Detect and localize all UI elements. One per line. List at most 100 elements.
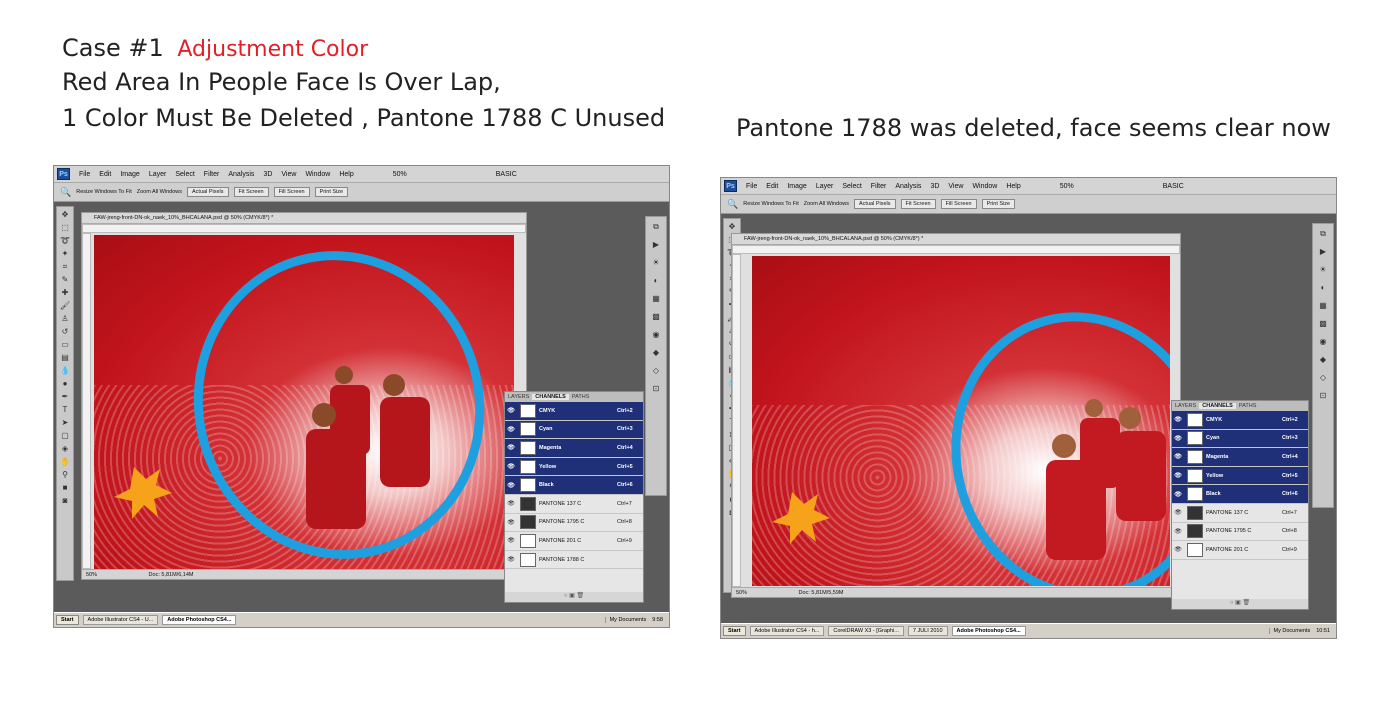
channel-row-cyan[interactable]: 👁 Cyan Ctrl+3: [1172, 429, 1308, 449]
3d-panel-icon[interactable]: ◇: [1317, 373, 1329, 383]
actions-panel-icon[interactable]: ▶: [650, 240, 662, 250]
type-tool-icon[interactable]: T: [60, 405, 70, 415]
start-button[interactable]: Start: [723, 626, 746, 636]
visibility-eye-icon[interactable]: 👁: [1172, 416, 1184, 423]
blur-tool-icon[interactable]: 💧: [60, 366, 70, 376]
resize-windows-checkbox[interactable]: Resize Windows To Fit: [76, 189, 132, 195]
menu-3d[interactable]: 3D: [930, 183, 939, 190]
channel-row-pantone-1795[interactable]: 👁 PANTONE 1795 C Ctrl+8: [1172, 523, 1308, 542]
channel-row-cmyk[interactable]: 👁 CMYK Ctrl+2: [1172, 411, 1308, 430]
color-swatch-icon[interactable]: ■: [60, 483, 70, 493]
menu-edit[interactable]: Edit: [766, 183, 778, 190]
menu-help[interactable]: Help: [1006, 183, 1020, 190]
channel-row-magenta[interactable]: 👁 Magenta Ctrl+4: [505, 439, 643, 458]
adjustments-panel-icon[interactable]: ☀: [1317, 265, 1329, 275]
styles-panel-icon[interactable]: ▦: [1317, 301, 1329, 311]
brush-tool-icon[interactable]: 🖌: [60, 301, 70, 311]
workspace-switcher[interactable]: BASIC: [496, 171, 517, 178]
tab-layers[interactable]: LAYERS: [508, 394, 529, 400]
tab-paths[interactable]: PATHS: [572, 394, 590, 400]
visibility-eye-icon[interactable]: 👁: [505, 444, 517, 451]
channel-row-black[interactable]: 👁 Black Ctrl+6: [505, 476, 643, 495]
load-selection-icon[interactable]: ○: [1230, 600, 1234, 606]
channel-row-magenta[interactable]: 👁 Magenta Ctrl+4: [1172, 448, 1308, 467]
tab-channels[interactable]: CHANNELS: [1199, 403, 1236, 409]
history-panel-icon[interactable]: ⧉: [1317, 229, 1329, 239]
pen-tool-icon[interactable]: ✒: [60, 392, 70, 402]
marquee-tool-icon[interactable]: ⬚: [60, 223, 70, 233]
new-channel-icon[interactable]: ▣: [569, 593, 575, 599]
visibility-eye-icon[interactable]: 👁: [1172, 472, 1184, 479]
eyedropper-tool-icon[interactable]: ✎: [60, 275, 70, 285]
channel-row-pantone-137[interactable]: 👁 PANTONE 137 C Ctrl+7: [505, 495, 643, 514]
tab-paths[interactable]: PATHS: [1239, 403, 1257, 409]
tray-my-documents[interactable]: My Documents: [610, 617, 647, 623]
3d-panel-icon[interactable]: ◇: [650, 366, 662, 376]
menu-analysis[interactable]: Analysis: [895, 183, 921, 190]
load-selection-icon[interactable]: ○: [564, 593, 568, 599]
healing-tool-icon[interactable]: ✚: [60, 288, 70, 298]
menu-view[interactable]: View: [281, 171, 296, 178]
fit-screen-button[interactable]: Fit Screen: [900, 199, 936, 209]
taskbar-illustrator[interactable]: Adobe Illustrator CS4 - h...: [749, 626, 825, 636]
document-canvas[interactable]: [752, 256, 1170, 586]
swatches-panel-icon[interactable]: ▩: [650, 312, 662, 322]
print-size-button[interactable]: Print Size: [314, 187, 349, 197]
zoom-tool-icon[interactable]: 🔍: [727, 199, 738, 210]
visibility-eye-icon[interactable]: 👁: [505, 556, 517, 563]
transform-panel-icon[interactable]: ⊡: [1317, 391, 1329, 401]
move-tool-icon[interactable]: ✥: [727, 222, 737, 232]
tray-my-documents[interactable]: My Documents: [1274, 628, 1311, 634]
taskbar-folder[interactable]: 7 JULI 2010: [907, 626, 948, 636]
channel-row-pantone-1795[interactable]: 👁 PANTONE 1795 C Ctrl+8: [505, 514, 643, 533]
color-panel-icon[interactable]: ◆: [1317, 355, 1329, 365]
fill-screen-button[interactable]: Fill Screen: [940, 199, 977, 209]
menu-filter[interactable]: Filter: [871, 183, 887, 190]
gradient-tool-icon[interactable]: ▤: [60, 353, 70, 363]
taskbar-coreldraw[interactable]: CorelDRAW X3 - [Graphi...: [828, 626, 904, 636]
print-size-button[interactable]: Print Size: [981, 199, 1016, 209]
channel-row-yellow[interactable]: 👁 Yellow Ctrl+5: [1172, 466, 1308, 486]
crop-tool-icon[interactable]: ⌗: [60, 262, 70, 272]
visibility-eye-icon[interactable]: 👁: [1172, 453, 1184, 460]
zoom-tool-icon[interactable]: 🔍: [60, 187, 71, 198]
fill-screen-button[interactable]: Fill Screen: [273, 187, 310, 197]
channel-row-pantone-201[interactable]: 👁 PANTONE 201 C Ctrl+9: [505, 532, 643, 551]
swatches-panel-icon[interactable]: ▩: [1317, 319, 1329, 329]
zoom-all-windows-checkbox[interactable]: Zoom All Windows: [804, 201, 849, 207]
visibility-eye-icon[interactable]: 👁: [505, 407, 517, 414]
styles-panel-icon[interactable]: ▦: [650, 294, 662, 304]
visibility-eye-icon[interactable]: 👁: [505, 537, 517, 544]
quick-mask-icon[interactable]: ◙: [60, 496, 70, 506]
menu-analysis[interactable]: Analysis: [228, 171, 254, 178]
menu-select[interactable]: Select: [842, 183, 861, 190]
menu-edit[interactable]: Edit: [99, 171, 111, 178]
start-button[interactable]: Start: [56, 615, 79, 625]
tab-channels[interactable]: CHANNELS: [532, 394, 569, 400]
navigator-panel-icon[interactable]: ◉: [650, 330, 662, 340]
dodge-tool-icon[interactable]: ●: [60, 379, 70, 389]
history-brush-tool-icon[interactable]: ↺: [60, 327, 70, 337]
menu-file[interactable]: File: [746, 183, 757, 190]
visibility-eye-icon[interactable]: 👁: [505, 500, 517, 507]
actions-panel-icon[interactable]: ▶: [1317, 247, 1329, 257]
tab-layers[interactable]: LAYERS: [1175, 403, 1196, 409]
menu-layer[interactable]: Layer: [149, 171, 167, 178]
channel-row-pantone-1788[interactable]: 👁 PANTONE 1788 C: [505, 551, 643, 570]
fit-screen-button[interactable]: Fit Screen: [233, 187, 269, 197]
shape-tool-icon[interactable]: ▢: [60, 431, 70, 441]
menu-filter[interactable]: Filter: [204, 171, 220, 178]
menu-layer[interactable]: Layer: [816, 183, 834, 190]
menu-3d[interactable]: 3D: [263, 171, 272, 178]
menu-window[interactable]: Window: [305, 171, 330, 178]
channel-row-yellow[interactable]: 👁 Yellow Ctrl+5: [505, 457, 643, 477]
menu-image[interactable]: Image: [787, 183, 806, 190]
channel-row-cyan[interactable]: 👁 Cyan Ctrl+3: [505, 420, 643, 440]
history-panel-icon[interactable]: ⧉: [650, 222, 662, 232]
menu-window[interactable]: Window: [972, 183, 997, 190]
visibility-eye-icon[interactable]: 👁: [505, 482, 517, 489]
adjustments-panel-icon[interactable]: ☀: [650, 258, 662, 268]
actual-pixels-button[interactable]: Actual Pixels: [854, 199, 896, 209]
new-channel-icon[interactable]: ▣: [1235, 600, 1241, 606]
visibility-eye-icon[interactable]: 👁: [1172, 528, 1184, 535]
